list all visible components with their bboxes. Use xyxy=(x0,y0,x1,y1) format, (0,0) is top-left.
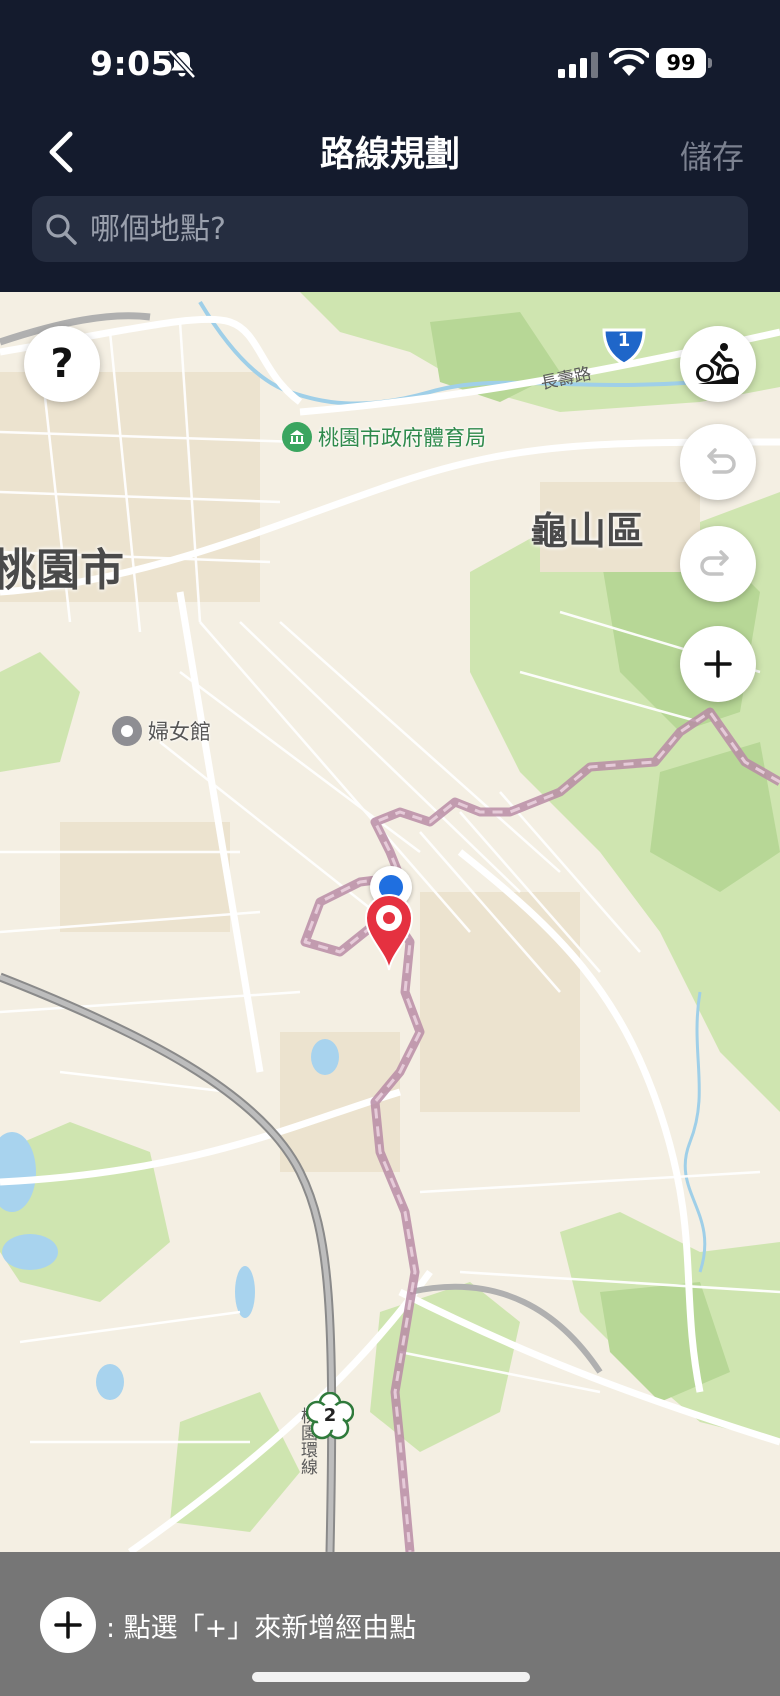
bicycle-icon xyxy=(696,343,739,384)
cycling-mode-button[interactable] xyxy=(680,326,756,402)
undo-button[interactable] xyxy=(680,424,756,500)
battery-indicator: 99 xyxy=(656,48,712,78)
search-icon xyxy=(46,214,77,245)
building-icon xyxy=(290,430,304,444)
redo-button[interactable] xyxy=(680,526,756,602)
cellular-signal-icon xyxy=(558,52,598,78)
district-label-guishan: 龜山區 xyxy=(530,509,645,553)
battery-level: 99 xyxy=(656,48,706,78)
waypoint-hint-text: : 點選「+」來新增經由點 xyxy=(106,1613,417,1644)
hint-plus-chip xyxy=(40,1597,96,1653)
place-icon xyxy=(112,716,142,746)
search-input[interactable] xyxy=(90,200,730,258)
bell-muted-icon xyxy=(168,49,196,79)
undo-icon xyxy=(707,448,736,474)
status-time: 9:05 xyxy=(90,44,175,83)
redo-icon xyxy=(700,550,729,576)
header: 9:05 99 路線規劃 儲存 xyxy=(0,0,780,292)
map-view[interactable]: 桃園市 龜山區 桃園市政府體育局 婦女館 長壽路 桃園環線 1 2 ? xyxy=(0,292,780,1552)
poi-label: 婦女館 xyxy=(148,720,211,744)
district-label-taoyuan: 桃園市 xyxy=(0,545,124,596)
shield-number: 1 xyxy=(617,330,631,351)
poi-label: 桃園市政府體育局 xyxy=(318,426,486,450)
status-bar: 9:05 99 xyxy=(0,0,780,120)
battery-tip xyxy=(708,58,712,68)
government-icon xyxy=(282,422,312,452)
route-shield-2: 2 xyxy=(305,1391,355,1440)
plus-icon xyxy=(704,650,732,678)
home-indicator[interactable] xyxy=(252,1672,530,1682)
poi-women-center[interactable]: 婦女館 xyxy=(112,716,211,746)
help-button[interactable]: ? xyxy=(24,326,100,402)
wifi-icon xyxy=(609,48,649,76)
add-waypoint-button[interactable] xyxy=(680,626,756,702)
route-shield-1: 1 xyxy=(601,326,647,366)
help-icon: ? xyxy=(50,341,74,387)
destination-pin-icon[interactable] xyxy=(362,892,416,972)
shield-number: 2 xyxy=(323,1405,337,1426)
plus-icon xyxy=(54,1611,82,1639)
page-title: 路線規劃 xyxy=(319,135,460,175)
poi-sports-bureau[interactable]: 桃園市政府體育局 xyxy=(282,422,486,452)
save-button[interactable]: 儲存 xyxy=(680,132,744,178)
